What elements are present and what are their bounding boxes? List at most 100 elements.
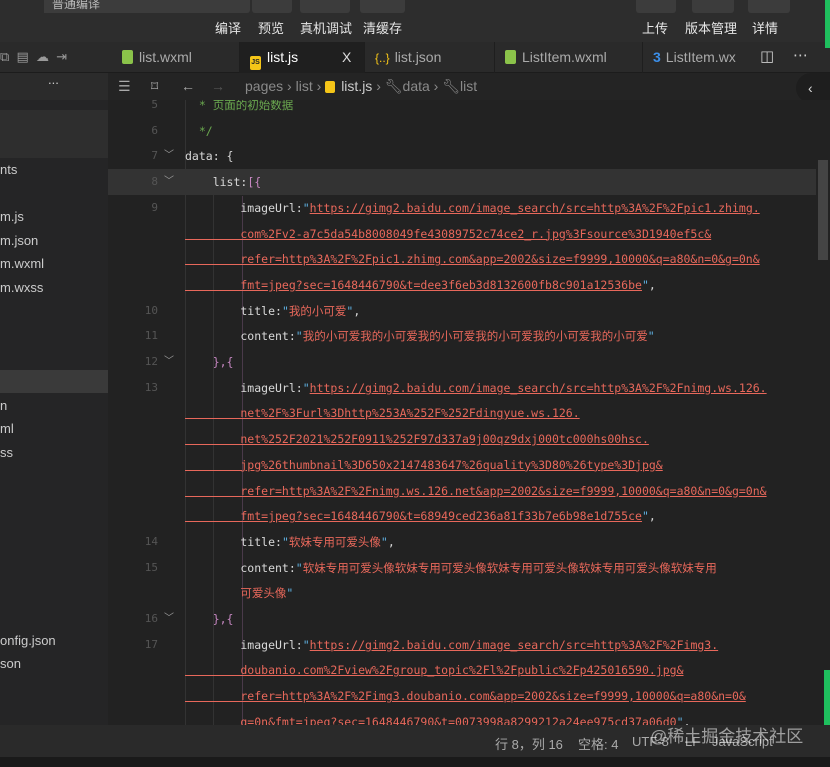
details-icon-button[interactable] [748, 0, 790, 13]
file-item[interactable]: m.js [0, 209, 24, 224]
indentation[interactable]: 空格: 4 [578, 734, 618, 753]
file-item[interactable]: onfig.json [0, 633, 56, 648]
code-line[interactable]: 10 title:"我的小可爱", [108, 298, 816, 324]
code-line[interactable]: refer=http%3A%2F%2Fpic1.zhimg.com&app=20… [108, 246, 816, 272]
code-token: https://gimg2.baidu.com/image_search/src… [309, 637, 719, 652]
sidebar-more-icon[interactable]: ... [48, 72, 59, 87]
compile-mode-select[interactable]: 普通编译 [44, 0, 216, 13]
line-number: 13 [144, 380, 158, 394]
scrollbar-thumb[interactable] [818, 160, 828, 260]
code-line[interactable]: 8 ﹀ list:[{ [108, 169, 816, 196]
bookmark-icon[interactable]: ⌑ [151, 73, 158, 100]
wrench-icon: 🔧︎ [384, 78, 403, 94]
file-item[interactable]: m.wxss [0, 280, 43, 295]
compile-button[interactable]: 编译 [215, 18, 241, 37]
split-editor-icon[interactable]: ◫ [760, 47, 774, 65]
code-text: refer=http%3A%2F%2Fnimg.ws.126.net&app=2… [185, 478, 766, 504]
code-line[interactable]: 6 */ [108, 118, 816, 144]
code-text: list:[{ [185, 169, 261, 195]
code-token: * 页面的初始数据 [185, 100, 294, 112]
code-token: " [647, 329, 655, 344]
file-item[interactable]: son [0, 656, 21, 671]
outline-icon[interactable]: ☰ [118, 73, 131, 100]
code-token: " [295, 329, 303, 344]
code-editor[interactable]: 5 * 页面的初始数据 6 */7 ﹀ data: {8 ﹀ list:[{9 imag… [108, 100, 816, 725]
forward-arrow-icon[interactable]: → [211, 73, 225, 100]
version-management-button[interactable]: 版本管理 [685, 18, 737, 37]
file-item[interactable]: nts [0, 162, 17, 177]
line-number: 5 [151, 100, 158, 111]
tab-list-json[interactable]: {..} list.json [365, 42, 495, 73]
crumb-list[interactable]: list [296, 78, 313, 94]
real-device-debug-button[interactable]: 真机调试 [300, 18, 352, 37]
tab-list-js[interactable]: JS list.js X [240, 42, 365, 73]
details-button[interactable]: 详情 [752, 18, 778, 37]
more-icon[interactable]: ⋯ [793, 46, 808, 64]
crumb-data[interactable]: data [403, 78, 430, 94]
cursor-position[interactable]: 行 8，列 16 [495, 734, 563, 753]
fold-chevron-icon[interactable]: ﹀ [164, 606, 174, 632]
tab-listitem-wxss[interactable]: 3 ListItem.wx [643, 42, 755, 73]
editor-scrollbar[interactable] [816, 100, 830, 725]
version-icon-button[interactable] [692, 0, 734, 13]
code-line[interactable]: 5 * 页面的初始数据 [108, 100, 816, 118]
file-item[interactable]: ml [0, 421, 14, 436]
tab-list-wxml[interactable]: list.wxml [112, 42, 240, 73]
line-number: 6 [151, 123, 158, 137]
code-token: data: { [185, 149, 234, 164]
code-line[interactable]: 13 imageUrl:"https://gimg2.baidu.com/ima… [108, 375, 816, 401]
line-number: 17 [144, 637, 158, 651]
watermark: @稀土掘金技术社区 [650, 727, 804, 746]
crumb-list-symbol[interactable]: list [460, 78, 477, 94]
code-text: title:"软妹专用可爱头像", [185, 529, 394, 555]
code-line[interactable]: 17 imageUrl:"https://gimg2.baidu.com/ima… [108, 632, 816, 658]
code-line[interactable]: net%2F%3Furl%3Dhttp%253A%252F%252Fdingyu… [108, 400, 816, 426]
explorer-icons[interactable]: ⧉ ▤ ☁ ⇥ [0, 49, 67, 65]
back-arrow-icon[interactable]: ← [181, 73, 195, 100]
code-text: refer=http%3A%2F%2Fpic1.zhimg.com&app=20… [185, 246, 759, 272]
code-text: 可爱头像" [185, 580, 293, 606]
upload-icon-button[interactable] [636, 0, 676, 13]
fold-chevron-icon[interactable]: ﹀ [164, 169, 174, 195]
wxml-file-icon [122, 50, 133, 64]
code-line[interactable]: 可爱头像" [108, 580, 816, 606]
selected-file-row[interactable] [0, 370, 108, 393]
file-item[interactable]: ss [0, 445, 13, 460]
collapse-panel-button[interactable]: ‹ [796, 73, 830, 103]
code-line[interactable]: fmt=jpeg?sec=1648446790&t=dee3f6eb3d8132… [108, 272, 816, 298]
code-line[interactable]: com%2Fv2-a7c5da54b8008049fe43089752c74ce… [108, 221, 816, 247]
compile-icon-button[interactable] [205, 0, 250, 13]
code-line[interactable]: 15 content:"软妹专用可爱头像软妹专用可爱头像软妹专用可爱头像软妹专用… [108, 555, 816, 581]
code-line[interactable]: 16 ﹀ },{ [108, 606, 816, 632]
clear-cache-icon-button[interactable] [360, 0, 405, 13]
code-line[interactable]: 14 title:"软妹专用可爱头像", [108, 529, 816, 555]
preview-button[interactable]: 预览 [258, 18, 284, 37]
clear-cache-button[interactable]: 清缓存 [363, 18, 402, 37]
code-line[interactable]: net%252F2021%252F0911%252F97d337a9j00qz9… [108, 426, 816, 452]
code-token: 我的小可爱我的小可爱我的小可爱我的小可爱我的小可爱我的小可爱 [302, 329, 648, 344]
code-line[interactable]: 12 ﹀ },{ [108, 349, 816, 375]
crumb-pages[interactable]: pages [245, 78, 283, 94]
file-item[interactable]: n [0, 398, 7, 413]
debug-icon-button[interactable] [300, 0, 350, 13]
file-item[interactable]: m.json [0, 233, 38, 248]
code-line[interactable]: 7 ﹀ data: { [108, 143, 816, 169]
code-token: " [281, 303, 289, 318]
code-line[interactable]: refer=http%3A%2F%2Fnimg.ws.126.net&app=2… [108, 478, 816, 504]
fold-chevron-icon[interactable]: ﹀ [164, 143, 174, 169]
file-item[interactable]: m.wxml [0, 256, 44, 271]
code-line[interactable]: 9 imageUrl:"https://gimg2.baidu.com/imag… [108, 195, 816, 221]
code-token: */ [185, 123, 213, 138]
code-line[interactable]: doubanio.com%2Fview%2Fgroup_topic%2Fl%2F… [108, 657, 816, 683]
code-line[interactable]: 11 content:"我的小可爱我的小可爱我的小可爱我的小可爱我的小可爱我的小… [108, 323, 816, 349]
code-line[interactable]: fmt=jpeg?sec=1648446790&t=68949ced236a81… [108, 503, 816, 529]
tab-listitem-wxml[interactable]: ListItem.wxml [495, 42, 643, 73]
code-line[interactable]: jpg%26thumbnail%3D650x2147483647%26quali… [108, 452, 816, 478]
crumb-file[interactable]: list.js [341, 78, 372, 94]
code-line[interactable]: refer=http%3A%2F%2Fimg3.doubanio.com&app… [108, 683, 816, 709]
code-text: imageUrl:"https://gimg2.baidu.com/image_… [185, 375, 766, 401]
fold-chevron-icon[interactable]: ﹀ [164, 349, 174, 375]
preview-icon-button[interactable] [252, 0, 292, 13]
upload-button[interactable]: 上传 [642, 18, 668, 37]
close-tab-icon[interactable]: X [342, 42, 351, 73]
